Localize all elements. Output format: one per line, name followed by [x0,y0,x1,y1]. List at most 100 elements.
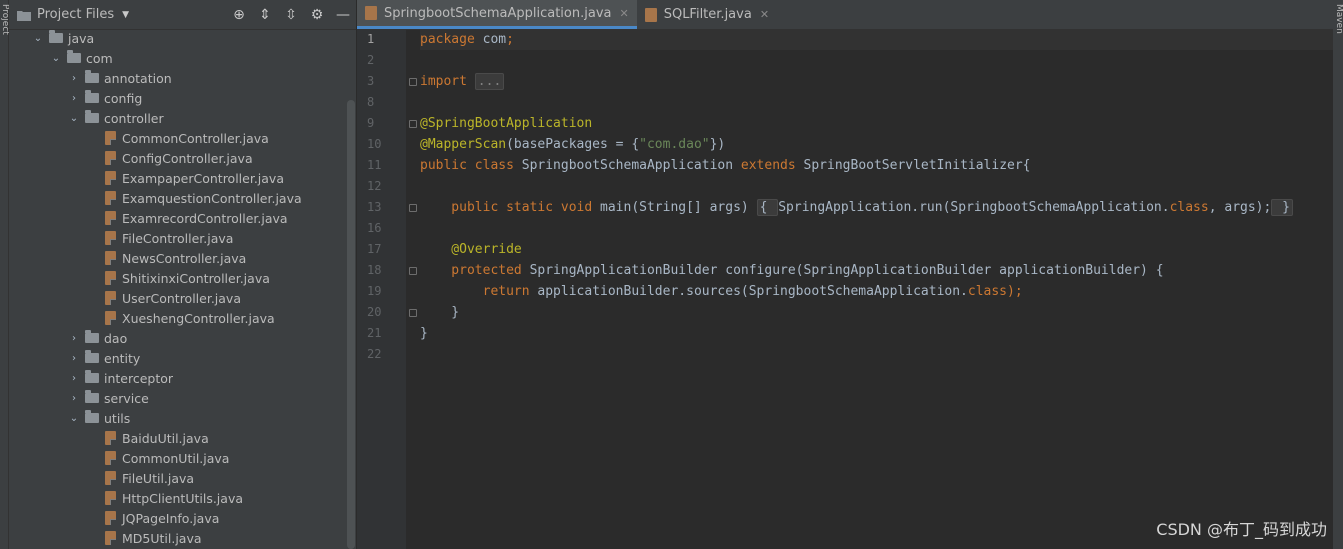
code-token: public class [420,158,522,173]
chevron-right-icon[interactable]: › [67,73,81,84]
code-token: ); [1007,284,1023,299]
code-line[interactable]: return applicationBuilder.sources(Spring… [420,281,1343,302]
tree-file[interactable]: FileController.java [9,228,347,248]
chevron-down-icon[interactable]: ⌄ [67,113,81,124]
tree-folder[interactable]: › annotation [9,68,347,88]
tree-item-label: controller [104,110,164,126]
code-editor[interactable]: package com; import ... @SpringBootAppli… [420,29,1343,549]
tree-file[interactable]: CommonController.java [9,128,347,148]
code-token: SpringbootSchemaApplication [521,158,741,173]
close-icon[interactable]: ✕ [619,7,628,20]
project-tree: ⌄ java ⌄ com › annotation › config ⌄ controller Co… [9,28,347,549]
fold-marker-icon[interactable] [409,309,417,317]
code-line[interactable] [420,344,1343,365]
tree-file[interactable]: XueshengController.java [9,308,347,328]
tree-item-label: JQPageInfo.java [122,510,220,526]
tab-springbootschemaapplication[interactable]: SpringbootSchemaApplication.java ✕ [357,0,637,29]
tree-folder[interactable]: › service [9,388,347,408]
code-token: , args); [1208,200,1272,215]
code-line[interactable]: public class SpringbootSchemaApplication… [420,155,1343,176]
java-file-icon [105,131,116,145]
tree-item-label: HttpClientUtils.java [122,490,243,506]
expand-all-icon[interactable]: ⇕ [252,7,278,23]
code-line[interactable]: } [420,323,1343,344]
code-token: "com.dao" [639,137,710,152]
tree-item-label: utils [104,410,131,426]
tree-item-label: ExamrecordController.java [122,210,288,226]
code-line[interactable]: } [420,302,1343,323]
tree-folder[interactable]: › dao [9,328,347,348]
tree-file[interactable]: NewsController.java [9,248,347,268]
tree-file[interactable]: BaiduUtil.java [9,428,347,448]
chevron-down-icon[interactable]: ⌄ [49,53,63,64]
tree-item-label: ShitixinxiController.java [122,270,270,286]
java-file-icon [105,531,116,545]
code-token: ... [474,73,505,90]
code-line[interactable] [420,176,1343,197]
maven-tool-label[interactable]: Maven [1332,4,1343,74]
tree-item-label: FileController.java [122,230,234,246]
tree-file[interactable]: ConfigController.java [9,148,347,168]
tree-file[interactable]: ExampaperController.java [9,168,347,188]
chevron-right-icon[interactable]: › [67,373,81,384]
code-line[interactable] [420,92,1343,113]
fold-marker-icon[interactable] [409,204,417,212]
tree-file[interactable]: UserController.java [9,288,347,308]
fold-marker-icon[interactable] [409,78,417,86]
tree-item-label: CommonController.java [122,130,269,146]
code-line[interactable]: import ... [420,71,1343,92]
code-line[interactable]: @SpringBootApplication [420,113,1343,134]
tree-folder[interactable]: › entity [9,348,347,368]
line-number-gutter: 1 2 3 8 9 10 11 12 13 16 17 18 19 20 21 22 [357,29,406,549]
code-token: SpringBootServletInitializer{ [803,158,1031,173]
tree-folder[interactable]: › interceptor [9,368,347,388]
tree-file[interactable]: JQPageInfo.java [9,508,347,528]
chevron-right-icon[interactable]: › [67,393,81,404]
locate-file-icon[interactable]: ⊕ [226,7,252,23]
tab-sqlfilter[interactable]: SQLFilter.java ✕ [637,0,777,29]
chevron-down-icon[interactable]: ▼ [122,10,129,20]
hide-panel-icon[interactable]: — [330,7,356,23]
gear-icon[interactable]: ⚙ [304,7,330,23]
code-line[interactable] [420,218,1343,239]
tree-file[interactable]: MD5Util.java [9,528,347,548]
tree-folder[interactable]: ⌄ com [9,48,347,68]
tree-file[interactable]: ExamquestionController.java [9,188,347,208]
chevron-down-icon[interactable]: ⌄ [67,413,81,424]
code-token: (SpringbootSchemaApplication. [942,200,1170,215]
tree-scrollbar[interactable] [347,100,355,549]
chevron-right-icon[interactable]: › [67,93,81,104]
code-line[interactable]: @Override [420,239,1343,260]
tree-file[interactable]: CommonUtil.java [9,448,347,468]
folder-icon [85,330,99,343]
chevron-right-icon[interactable]: › [67,333,81,344]
code-token: com [482,32,507,47]
tree-file[interactable]: FileUtil.java [9,468,347,488]
close-icon[interactable]: ✕ [760,8,769,21]
collapse-all-icon[interactable]: ⇳ [278,7,304,23]
code-token: protected [420,263,530,278]
tree-item-label: XueshengController.java [122,310,275,326]
chevron-down-icon[interactable]: ⌄ [31,33,45,44]
code-line[interactable]: protected SpringApplicationBuilder confi… [420,260,1343,281]
tree-folder[interactable]: ⌄ controller [9,108,347,128]
code-line[interactable] [420,50,1343,71]
tree-file[interactable]: ExamrecordController.java [9,208,347,228]
chevron-right-icon[interactable]: › [67,353,81,364]
code-token: return [420,284,538,299]
tree-file[interactable]: HttpClientUtils.java [9,488,347,508]
fold-marker-icon[interactable] [409,120,417,128]
line-number: 3 [367,74,375,88]
line-number: 12 [367,179,382,193]
code-token: (basePackages = { [506,137,640,152]
code-line[interactable]: @MapperScan(basePackages = {"com.dao"}) [420,134,1343,155]
java-file-icon [105,311,116,325]
code-line[interactable]: package com; [420,29,1343,50]
project-view-selector[interactable]: Project Files [37,7,114,22]
tree-file[interactable]: ShitixinxiController.java [9,268,347,288]
fold-marker-icon[interactable] [409,267,417,275]
tree-folder[interactable]: › config [9,88,347,108]
code-line[interactable]: public static void main(String[] args) {… [420,197,1343,218]
tree-folder[interactable]: ⌄ java [9,28,347,48]
tree-folder[interactable]: ⌄ utils [9,408,347,428]
